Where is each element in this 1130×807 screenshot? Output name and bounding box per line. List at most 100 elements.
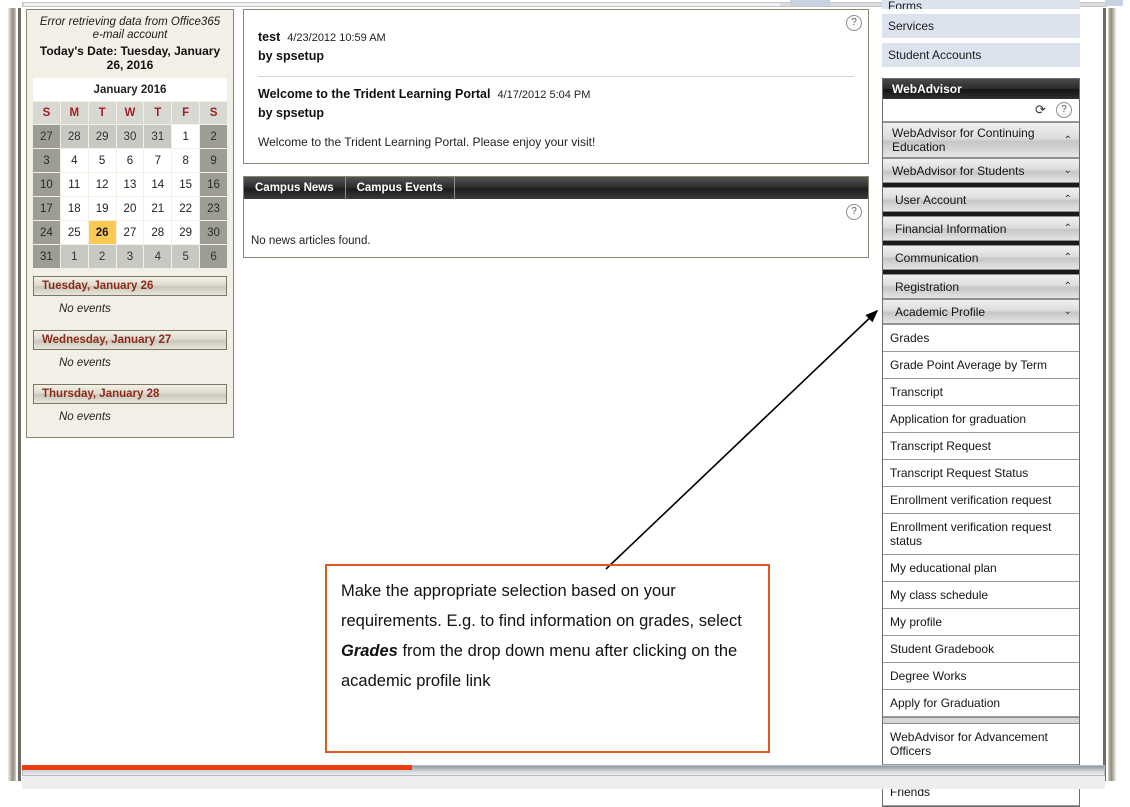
calendar-day-cell[interactable]: 11 (60, 173, 88, 197)
calendar-day-cell[interactable]: 4 (144, 245, 172, 269)
sidebar-link-services[interactable]: Services (882, 14, 1080, 38)
calendar-day-cell[interactable]: 15 (172, 173, 200, 197)
event-day-heading[interactable]: Wednesday, January 27 (33, 330, 227, 350)
accordion-communication[interactable]: Communication⌃ (883, 245, 1079, 270)
sidebar-link-forms[interactable]: Forms (882, 0, 1080, 9)
calendar-day-cell[interactable]: 31 (33, 245, 61, 269)
chevron-up-icon: ⌃ (1058, 252, 1072, 263)
calendar-day-cell[interactable]: 16 (200, 173, 228, 197)
calendar-weekday-1: M (60, 102, 88, 125)
calendar-day-cell[interactable]: 4 (60, 149, 88, 173)
accordion-user-account[interactable]: User Account⌃ (883, 187, 1079, 212)
accordion-label: WebAdvisor for Students (892, 164, 1025, 178)
calendar-day-cell[interactable]: 30 (200, 221, 228, 245)
announcement-date: 4/17/2012 5:04 PM (490, 89, 590, 101)
calendar-day-cell[interactable]: 10 (33, 173, 61, 197)
refresh-icon[interactable]: ⟳ (1035, 103, 1049, 117)
webadvisor-link-transcript-request[interactable]: Transcript Request (883, 433, 1079, 460)
accordion-webadvisor-for-students[interactable]: WebAdvisor for Students⌄ (883, 158, 1079, 183)
event-day-empty-text: No events (31, 296, 229, 323)
calendar-day-cell[interactable]: 28 (144, 221, 172, 245)
webadvisor-link-enrollment-verification-request[interactable]: Enrollment verification request (883, 487, 1079, 514)
webadvisor-toolbar: ⟳ ? (883, 99, 1079, 122)
campus-news-body: ? No news articles found. (244, 199, 868, 257)
webadvisor-link-application-for-graduation[interactable]: Application for graduation (883, 406, 1079, 433)
tab-fragment-1[interactable] (790, 0, 830, 6)
webadvisor-link-my-educational-plan[interactable]: My educational plan (883, 555, 1079, 582)
accordion-financial-information[interactable]: Financial Information⌃ (883, 216, 1079, 241)
calendar-day-cell[interactable]: 21 (144, 197, 172, 221)
webadvisor-link-my-class-schedule[interactable]: My class schedule (883, 582, 1079, 609)
accordion-academic-profile[interactable]: Academic Profile⌄ (883, 299, 1079, 324)
webadvisor-link-grades[interactable]: Grades (883, 324, 1079, 352)
webadvisor-link-apply-for-graduation[interactable]: Apply for Graduation (883, 690, 1079, 717)
tab-campus-news[interactable]: Campus News (244, 177, 346, 199)
calendar-day-cell[interactable]: 8 (172, 149, 200, 173)
calendar-day-cell[interactable]: 29 (172, 221, 200, 245)
calendar-day-cell[interactable]: 29 (88, 125, 116, 149)
webadvisor-link-student-gradebook[interactable]: Student Gradebook (883, 636, 1079, 663)
calendar-weekday-2: T (88, 102, 116, 125)
sidebar-link-student-accounts[interactable]: Student Accounts (882, 43, 1080, 67)
webadvisor-link-transcript[interactable]: Transcript (883, 379, 1079, 406)
accordion-webadvisor-for-continuing-education[interactable]: WebAdvisor for Continuing Education⌃ (883, 122, 1079, 158)
calendar-day-cell[interactable]: 20 (116, 197, 144, 221)
announcement-title[interactable]: test (258, 30, 280, 44)
calendar-day-cell[interactable]: 5 (88, 149, 116, 173)
calendar-day-cell[interactable]: 28 (60, 125, 88, 149)
webadvisor-link-enrollment-verification-request-status[interactable]: Enrollment verification request status (883, 514, 1079, 555)
webadvisor-portlet: WebAdvisor ⟳ ? WebAdvisor for Continuing… (882, 78, 1080, 807)
calendar-day-cell[interactable]: 23 (200, 197, 228, 221)
calendar-day-cell[interactable]: 9 (200, 149, 228, 173)
calendar-day-cell[interactable]: 2 (88, 245, 116, 269)
calendar-day-cell[interactable]: 30 (116, 125, 144, 149)
help-icon[interactable]: ? (1056, 102, 1072, 118)
calendar-day-cell[interactable]: 17 (33, 197, 61, 221)
help-icon[interactable]: ? (846, 15, 862, 31)
calendar-day-cell[interactable]: 18 (60, 197, 88, 221)
window-right-bevel (1108, 8, 1116, 781)
accordion-label: WebAdvisor for Continuing Education (892, 126, 1058, 154)
annotation-text-part2: from the drop down menu after clicking o… (341, 642, 737, 690)
webadvisor-link-transcript-request-status[interactable]: Transcript Request Status (883, 460, 1079, 487)
tab-fragment-2[interactable] (1105, 0, 1123, 6)
calendar-day-cell[interactable]: 24 (33, 221, 61, 245)
accordion-registration[interactable]: Registration⌃ (883, 274, 1079, 299)
calendar-day-cell[interactable]: 1 (60, 245, 88, 269)
calendar-day-cell[interactable]: 6 (116, 149, 144, 173)
chevron-left-icon[interactable]: ‹ (39, 80, 44, 97)
chevron-right-icon[interactable]: › (216, 80, 221, 97)
calendar-day-cell[interactable]: 1 (172, 125, 200, 149)
calendar-day-cell[interactable]: 7 (144, 149, 172, 173)
tab-campus-events[interactable]: Campus Events (346, 177, 455, 199)
calendar-day-cell[interactable]: 14 (144, 173, 172, 197)
calendar-day-cell[interactable]: 5 (172, 245, 200, 269)
calendar-day-cell[interactable]: 2 (200, 125, 228, 149)
calendar-day-cell[interactable]: 27 (33, 125, 61, 149)
calendar-day-cell[interactable]: 3 (116, 245, 144, 269)
announcement-title[interactable]: Welcome to the Trident Learning Portal (258, 87, 490, 101)
calendar-day-cell[interactable]: 27 (116, 221, 144, 245)
calendar-weekday-6: S (200, 102, 228, 125)
top-scrollbar-thumb[interactable] (24, 3, 780, 6)
webadvisor-link-webadvisor-for-advancement-officers[interactable]: WebAdvisor for Advancement Officers (883, 724, 1079, 765)
webadvisor-link-grade-point-average-by-term[interactable]: Grade Point Average by Term (883, 352, 1079, 379)
campus-tabs: Campus NewsCampus Events (244, 177, 868, 199)
window-bottom-pad (22, 776, 1105, 789)
event-day-heading[interactable]: Thursday, January 28 (33, 384, 227, 404)
calendar-day-cell[interactable]: 6 (200, 245, 228, 269)
calendar-day-cell[interactable]: 25 (60, 221, 88, 245)
calendar-day-cell[interactable]: 22 (172, 197, 200, 221)
webadvisor-menu: WebAdvisor for Continuing Education⌃WebA… (883, 122, 1079, 806)
calendar-day-cell[interactable]: 26 (88, 221, 116, 245)
calendar-day-cell[interactable]: 3 (33, 149, 61, 173)
calendar-day-cell[interactable]: 19 (88, 197, 116, 221)
calendar-week-row: 24252627282930 (33, 221, 228, 245)
calendar-day-cell[interactable]: 12 (88, 173, 116, 197)
calendar-day-cell[interactable]: 13 (116, 173, 144, 197)
calendar-day-cell[interactable]: 31 (144, 125, 172, 149)
event-day-heading[interactable]: Tuesday, January 26 (33, 276, 227, 296)
webadvisor-link-my-profile[interactable]: My profile (883, 609, 1079, 636)
help-icon[interactable]: ? (846, 204, 862, 220)
webadvisor-link-degree-works[interactable]: Degree Works (883, 663, 1079, 690)
